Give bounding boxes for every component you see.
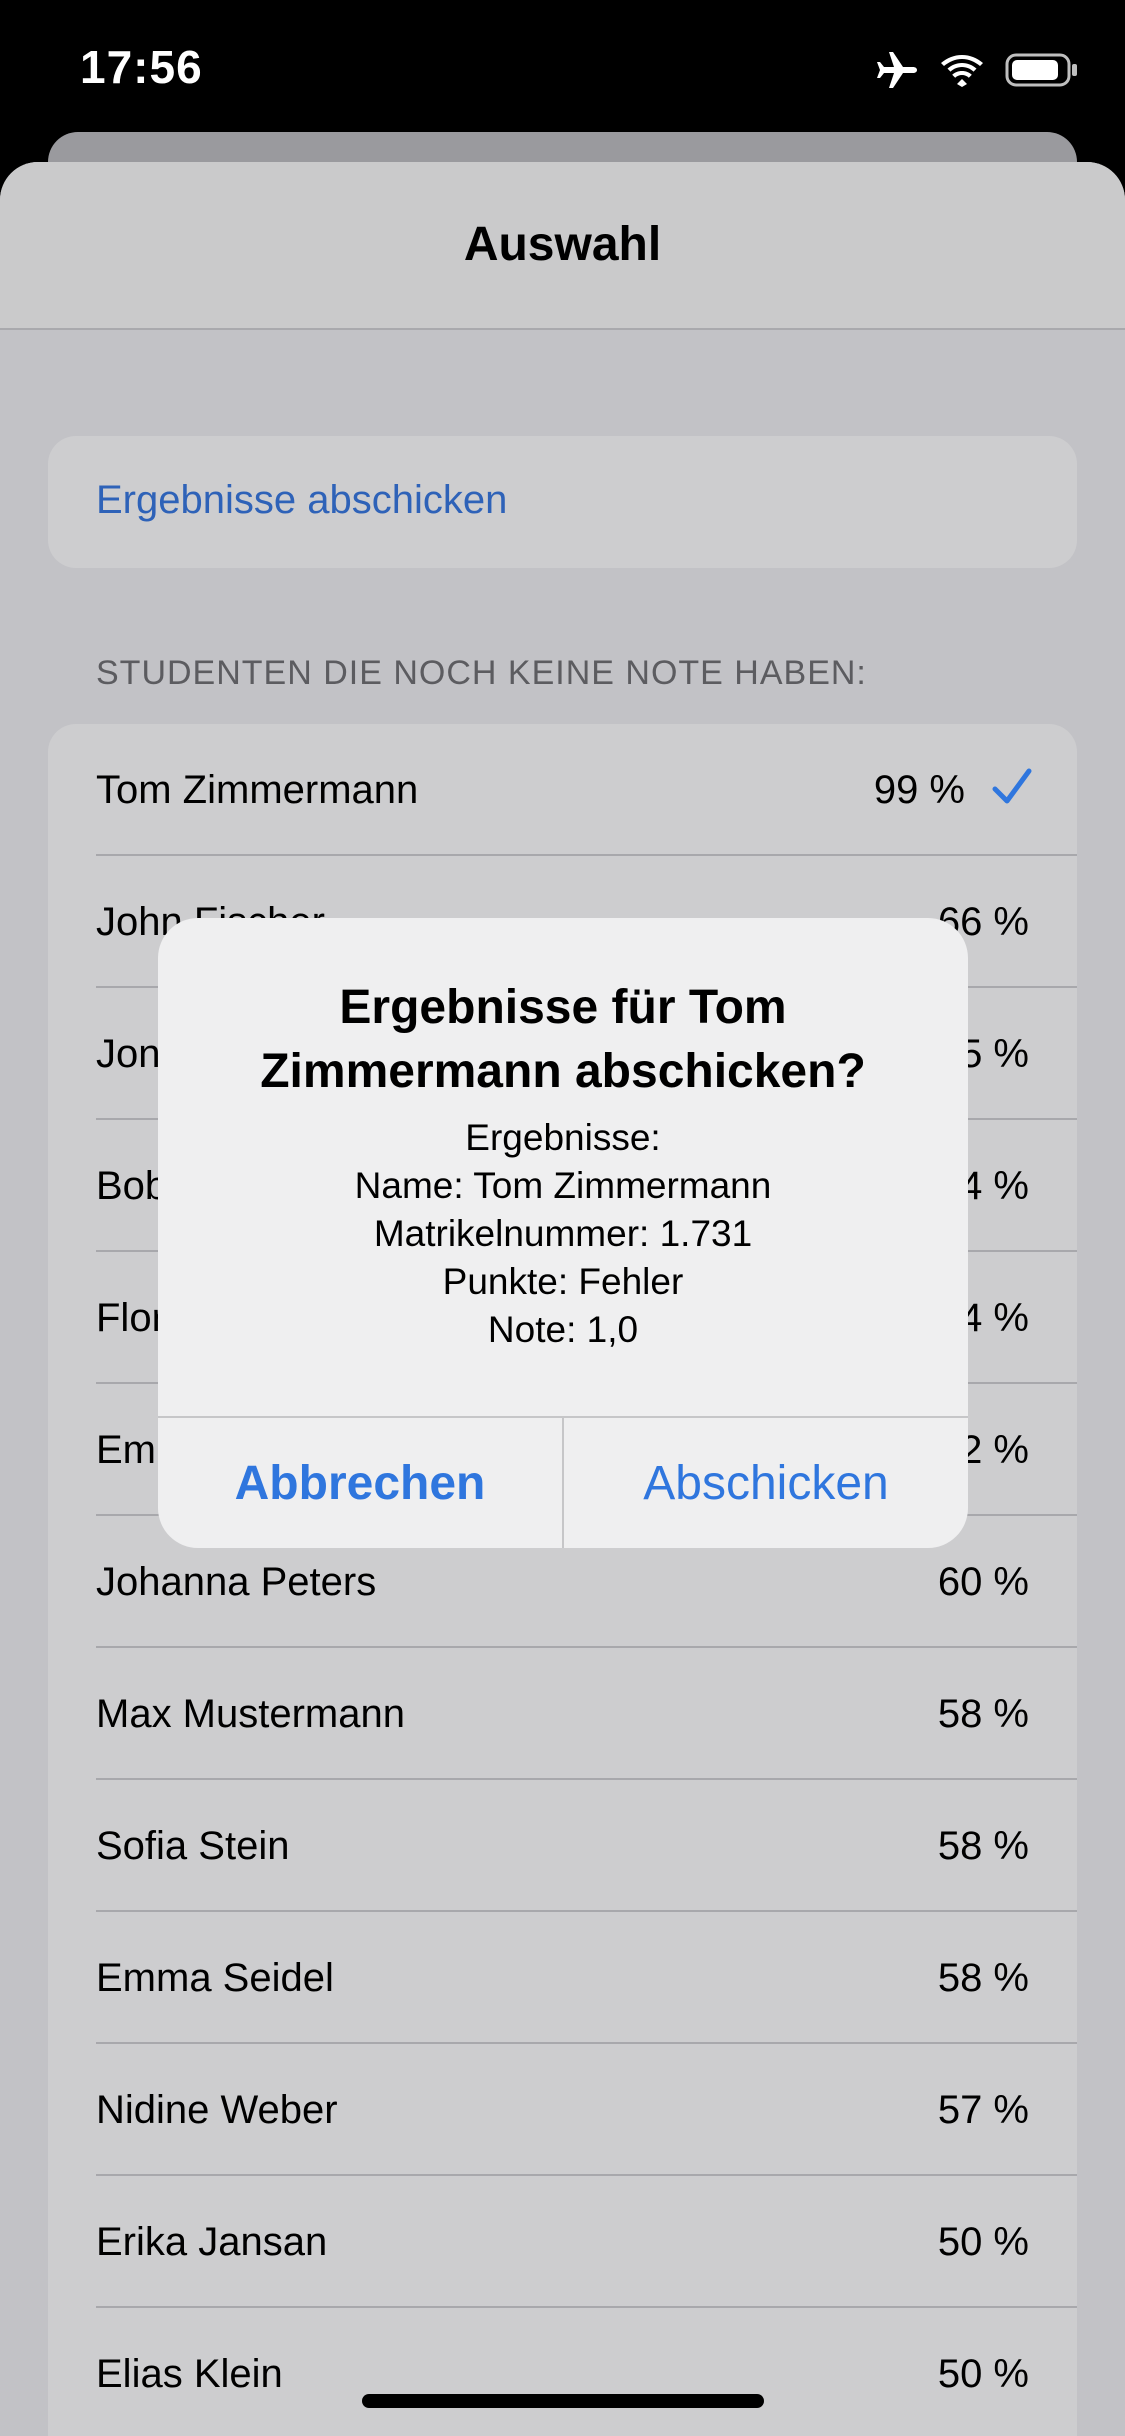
status-time: 17:56 xyxy=(80,41,203,93)
student-percent: 58 % xyxy=(937,1692,1029,1736)
student-percent: 58 % xyxy=(937,1824,1029,1868)
alert-message-line: Name: Tom Zimmermann xyxy=(354,1165,772,1206)
navigation-bar: Auswahl xyxy=(0,162,1125,330)
student-percent: 99 % xyxy=(873,768,965,812)
battery-icon xyxy=(1005,52,1079,93)
student-percent: 50 % xyxy=(937,2220,1029,2264)
student-row[interactable]: Erika Jansan 50 % xyxy=(48,2176,1077,2308)
alert-message-line: Ergebnisse: xyxy=(465,1117,661,1158)
student-name: Bob xyxy=(96,1164,168,1208)
student-percent: 60 % xyxy=(937,1560,1029,1604)
student-name: Johanna Peters xyxy=(96,1560,377,1604)
student-name: Emma Seidel xyxy=(96,1956,334,2000)
cancel-button[interactable]: Abbrechen xyxy=(158,1418,562,1548)
confirm-submit-button[interactable]: Abschicken xyxy=(564,1418,968,1548)
student-name: Nidine Weber xyxy=(96,2088,338,2132)
airplane-icon xyxy=(875,50,919,95)
student-percent: 58 % xyxy=(937,1956,1029,2000)
student-name: Max Mustermann xyxy=(96,1692,405,1736)
student-row[interactable]: Sofia Stein 58 % xyxy=(48,1780,1077,1912)
alert-title: Ergebnisse für Tom Zimmermann abschicken… xyxy=(198,976,928,1104)
alert-message-line: Note: 1,0 xyxy=(487,1309,639,1350)
student-percent: 57 % xyxy=(937,2088,1029,2132)
student-row[interactable]: Max Mustermann 58 % xyxy=(48,1648,1077,1780)
submit-results-label: Ergebnisse abschicken xyxy=(96,478,508,522)
alert-title-line: Zimmermann abschicken? xyxy=(260,1045,866,1098)
alert-message-line: Punkte: Fehler xyxy=(442,1261,684,1302)
alert-message: Ergebnisse: Name: Tom Zimmermann Matrike… xyxy=(198,1114,928,1354)
page-title: Auswahl xyxy=(463,218,662,271)
confirm-alert: Ergebnisse für Tom Zimmermann abschicken… xyxy=(158,918,968,1548)
student-name: Tom Zimmermann xyxy=(96,768,419,812)
alert-title-line: Ergebnisse für Tom xyxy=(339,981,787,1034)
student-row[interactable]: Tom Zimmermann 99 % xyxy=(48,724,1077,856)
status-bar: 17:56 xyxy=(0,0,1125,140)
student-row[interactable]: Emma Seidel 58 % xyxy=(48,1912,1077,2044)
section-header: STUDENTEN DIE NOCH KEINE NOTE HABEN: xyxy=(96,654,867,692)
student-row[interactable]: Elias Klein 50 % xyxy=(48,2308,1077,2436)
checkmark-icon xyxy=(987,762,1037,812)
home-indicator[interactable] xyxy=(362,2394,764,2408)
alert-message-line: Matrikelnummer: 1.731 xyxy=(373,1213,753,1254)
wifi-icon xyxy=(941,53,983,92)
student-row[interactable]: Nidine Weber 57 % xyxy=(48,2044,1077,2176)
student-percent: 50 % xyxy=(937,2352,1029,2396)
status-icons xyxy=(875,50,1079,95)
student-name: Erika Jansan xyxy=(96,2220,328,2264)
submit-results-button[interactable]: Ergebnisse abschicken xyxy=(48,436,1077,568)
student-name: Elias Klein xyxy=(96,2352,283,2396)
student-name: Sofia Stein xyxy=(96,1824,290,1868)
